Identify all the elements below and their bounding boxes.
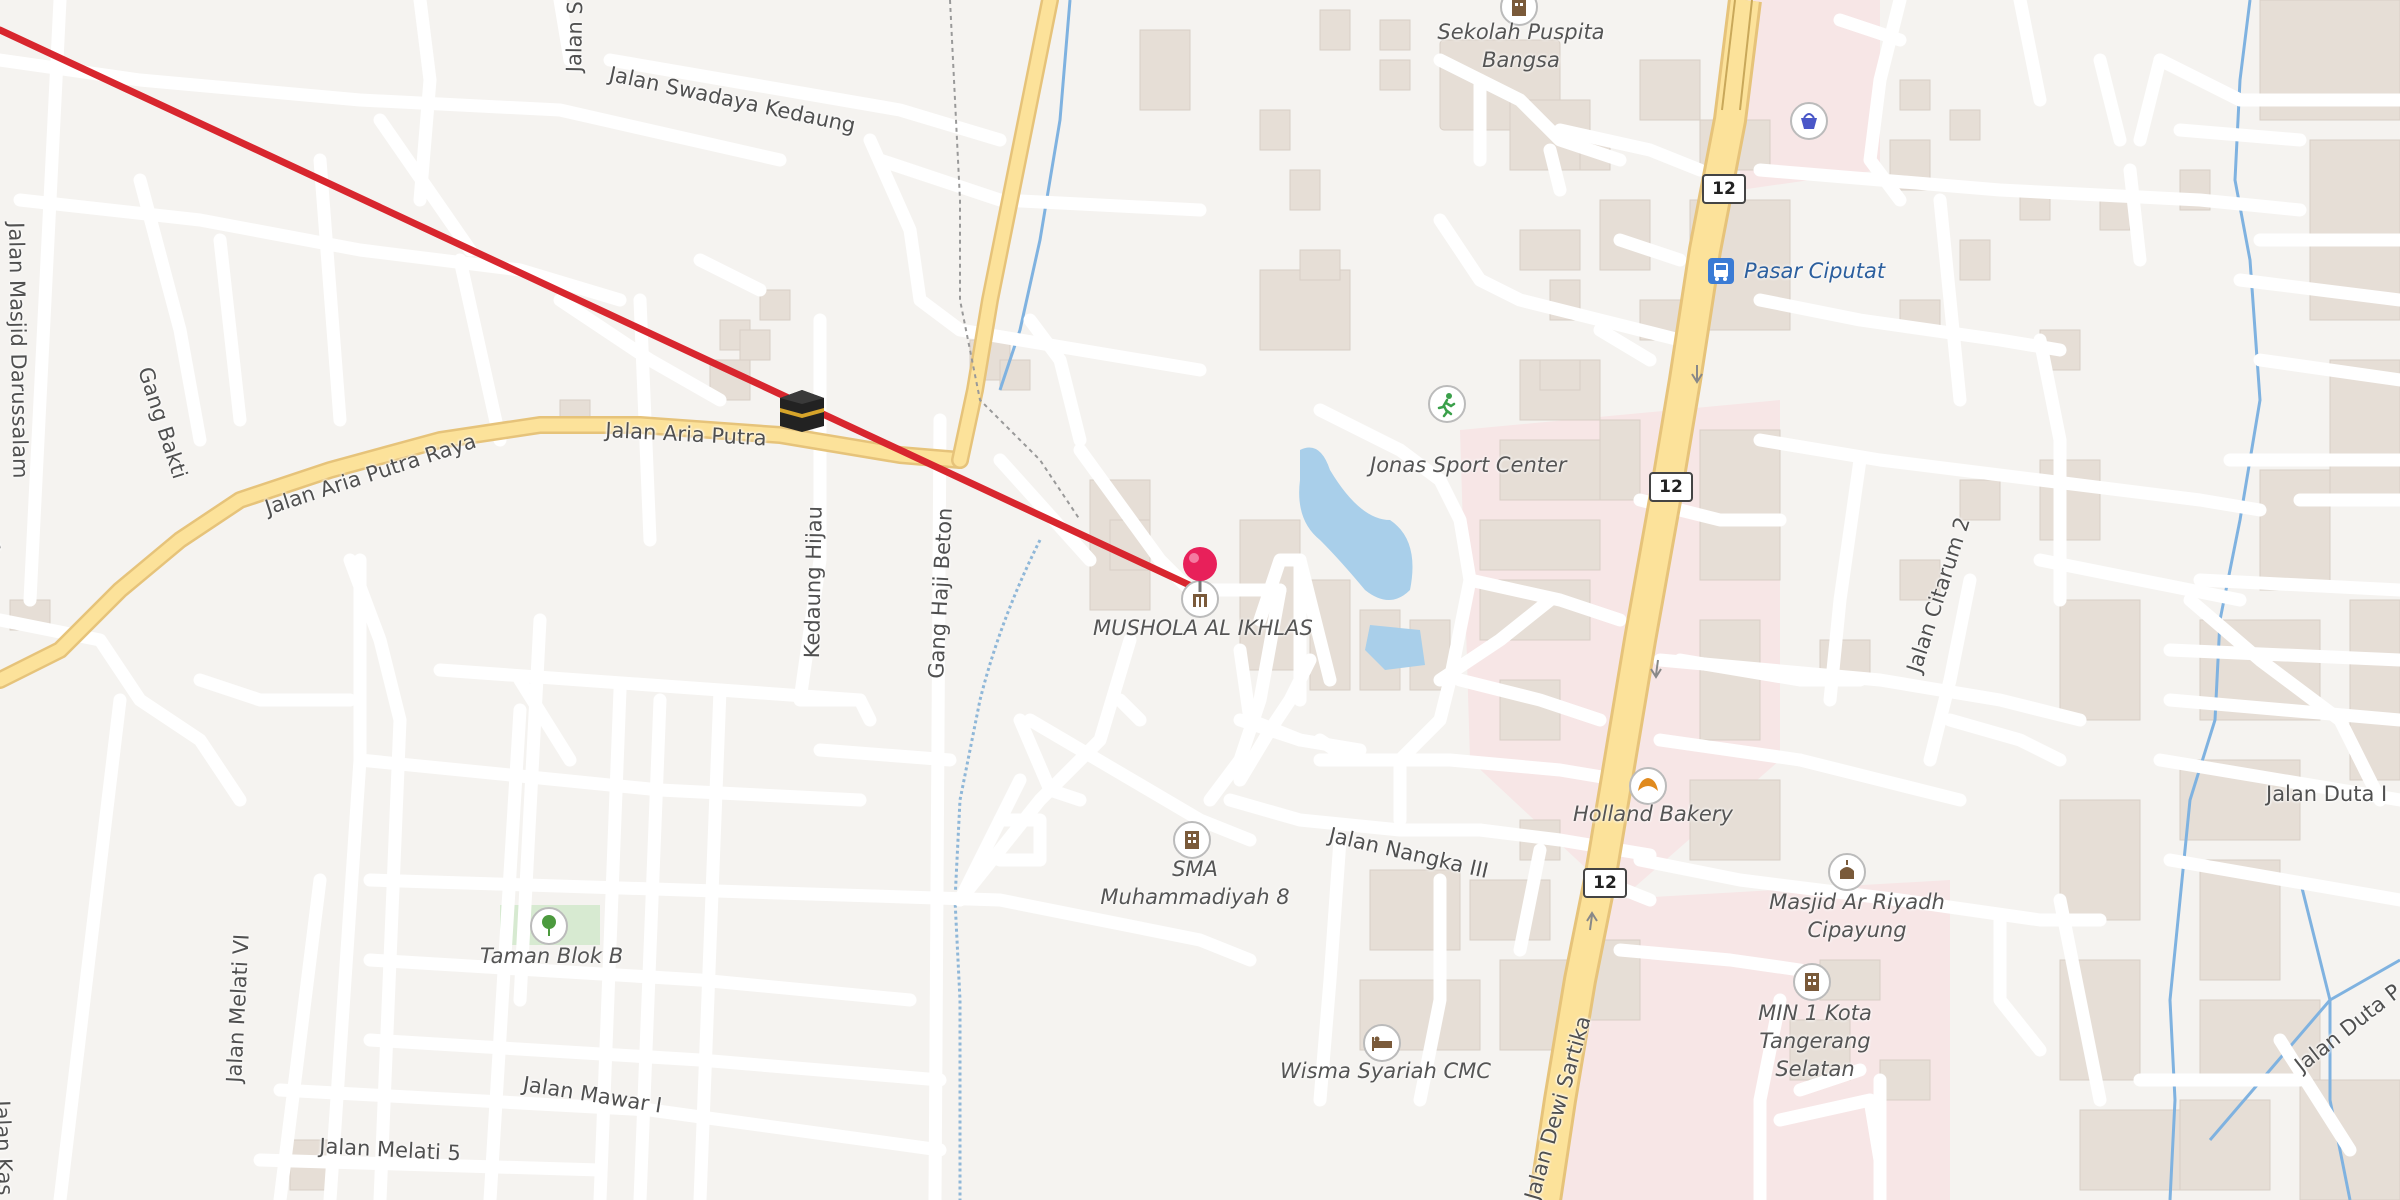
poi-label-sekolah: Sekolah Puspita Bangsa (1437, 20, 1605, 72)
poi-label-min1: MIN 1 Kota Tangerang Selatan (1758, 1001, 1872, 1081)
shopping-basket-icon[interactable] (1790, 102, 1828, 140)
route-12-shield: 12 (1583, 868, 1627, 898)
poi-label-taman: Taman Blok B (480, 944, 624, 968)
poi-label-wisma: Wisma Syariah CMC (1280, 1059, 1491, 1083)
poi-label-holland: Holland Bakery (1573, 802, 1733, 826)
tree-icon[interactable] (530, 907, 568, 945)
bus-stop-icon[interactable] (1708, 258, 1734, 284)
running-icon[interactable] (1428, 385, 1466, 423)
poi-label-sma: SMA Muhammadiyah 8 (1100, 857, 1290, 909)
school-icon[interactable] (1173, 821, 1211, 859)
poi-label-jonas: Jonas Sport Center (1370, 453, 1567, 477)
school-icon[interactable] (1793, 963, 1831, 1001)
route-12-shield: 12 (1702, 174, 1746, 204)
route-12-shield: 12 (1649, 472, 1693, 502)
mosque-icon[interactable] (1828, 853, 1866, 891)
poi-label-masjid-riyadh: Masjid Ar Riyadh Cipayung (1769, 890, 1945, 942)
road-label-masjid-darussalam: Jalan Masjid Darussalam (4, 222, 33, 479)
road-label-kedaung-hijau: Kedaung Hijau (800, 505, 827, 659)
map-canvas[interactable]: 12 12 12 Jalan Aria Putra Raya Jalan Ari… (0, 0, 2400, 1200)
poi-label-mushola: MUSHOLA AL IKHLAS (1093, 616, 1313, 640)
location-pin-icon[interactable] (1178, 544, 1222, 592)
road-label-partial-top: Jalan S (562, 0, 588, 73)
road-label-duta-i: Jalan Duta I (2266, 782, 2388, 806)
poi-label-pasar: Pasar Ciputat (1744, 259, 1886, 283)
kaaba-icon[interactable] (776, 384, 828, 436)
